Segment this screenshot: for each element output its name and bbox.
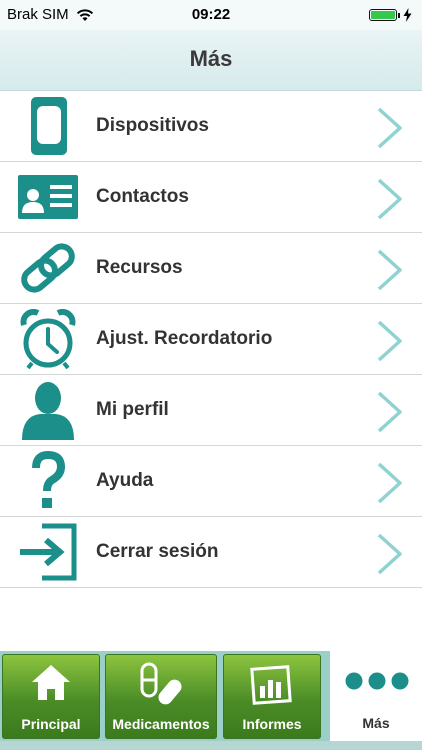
battery-indicator: [369, 8, 412, 22]
chevron-right-icon: [377, 391, 402, 433]
menu-item-contactos[interactable]: Contactos: [0, 162, 422, 233]
tab-medicamentos[interactable]: Medicamentos: [105, 654, 217, 739]
menu-item-cerrar-sesion[interactable]: Cerrar sesión: [0, 517, 422, 588]
menu-item-label: Ayuda: [96, 470, 154, 491]
person-icon: [22, 382, 74, 440]
question-mark-icon: [32, 451, 66, 508]
battery-fill: [371, 11, 395, 19]
chevron-right-icon: [377, 178, 402, 220]
nav-bar: Más: [0, 30, 422, 91]
chevron-right-icon: [377, 249, 402, 291]
pills-icon: [140, 662, 182, 705]
menu-item-ajust-recordatorio[interactable]: Ajust. Recordatorio: [0, 304, 422, 375]
menu-item-label: Mi perfil: [96, 399, 169, 420]
menu-item-ayuda[interactable]: Ayuda: [0, 446, 422, 517]
tab-label: Principal: [21, 716, 81, 732]
tab-principal[interactable]: Principal: [2, 654, 100, 739]
tab-label: Más: [362, 715, 390, 731]
device-icon: [31, 97, 67, 155]
tab-bar: Principal Medicamentos Informes Más: [0, 651, 422, 750]
page-title: Más: [189, 46, 233, 71]
menu-item-label: Dispositivos: [96, 115, 209, 136]
menu-list: Dispositivos Contactos Recursos Ajust. R…: [0, 91, 422, 588]
tab-informes[interactable]: Informes: [223, 654, 321, 739]
tab-label: Medicamentos: [112, 716, 210, 732]
contact-card-icon: [18, 175, 78, 219]
menu-item-label: Contactos: [96, 186, 189, 207]
menu-item-mi-perfil[interactable]: Mi perfil: [0, 375, 422, 446]
menu-item-dispositivos[interactable]: Dispositivos: [0, 91, 422, 162]
menu-item-label: Cerrar sesión: [96, 541, 219, 562]
status-time: 09:22: [191, 6, 231, 23]
tab-mas[interactable]: Más: [330, 651, 422, 747]
tab-label: Informes: [242, 716, 302, 732]
charging-bolt-icon: [403, 8, 412, 22]
tab-bar-bottom-strip: [0, 741, 422, 750]
menu-item-recursos[interactable]: Recursos: [0, 233, 422, 304]
alarm-clock-icon: [20, 309, 76, 369]
logout-icon: [20, 523, 77, 581]
chevron-right-icon: [377, 107, 402, 149]
link-icon: [21, 243, 75, 293]
more-dots-icon: [345, 672, 409, 690]
battery-body: [369, 9, 397, 21]
battery-tip: [398, 12, 400, 18]
menu-item-label: Ajust. Recordatorio: [96, 328, 273, 349]
chevron-right-icon: [377, 462, 402, 504]
menu-item-label: Recursos: [96, 257, 183, 278]
status-bar: Brak SIM 09:22: [0, 0, 422, 30]
home-icon: [32, 665, 70, 700]
chart-icon: [250, 665, 292, 705]
chevron-right-icon: [377, 533, 402, 575]
chevron-right-icon: [377, 320, 402, 362]
